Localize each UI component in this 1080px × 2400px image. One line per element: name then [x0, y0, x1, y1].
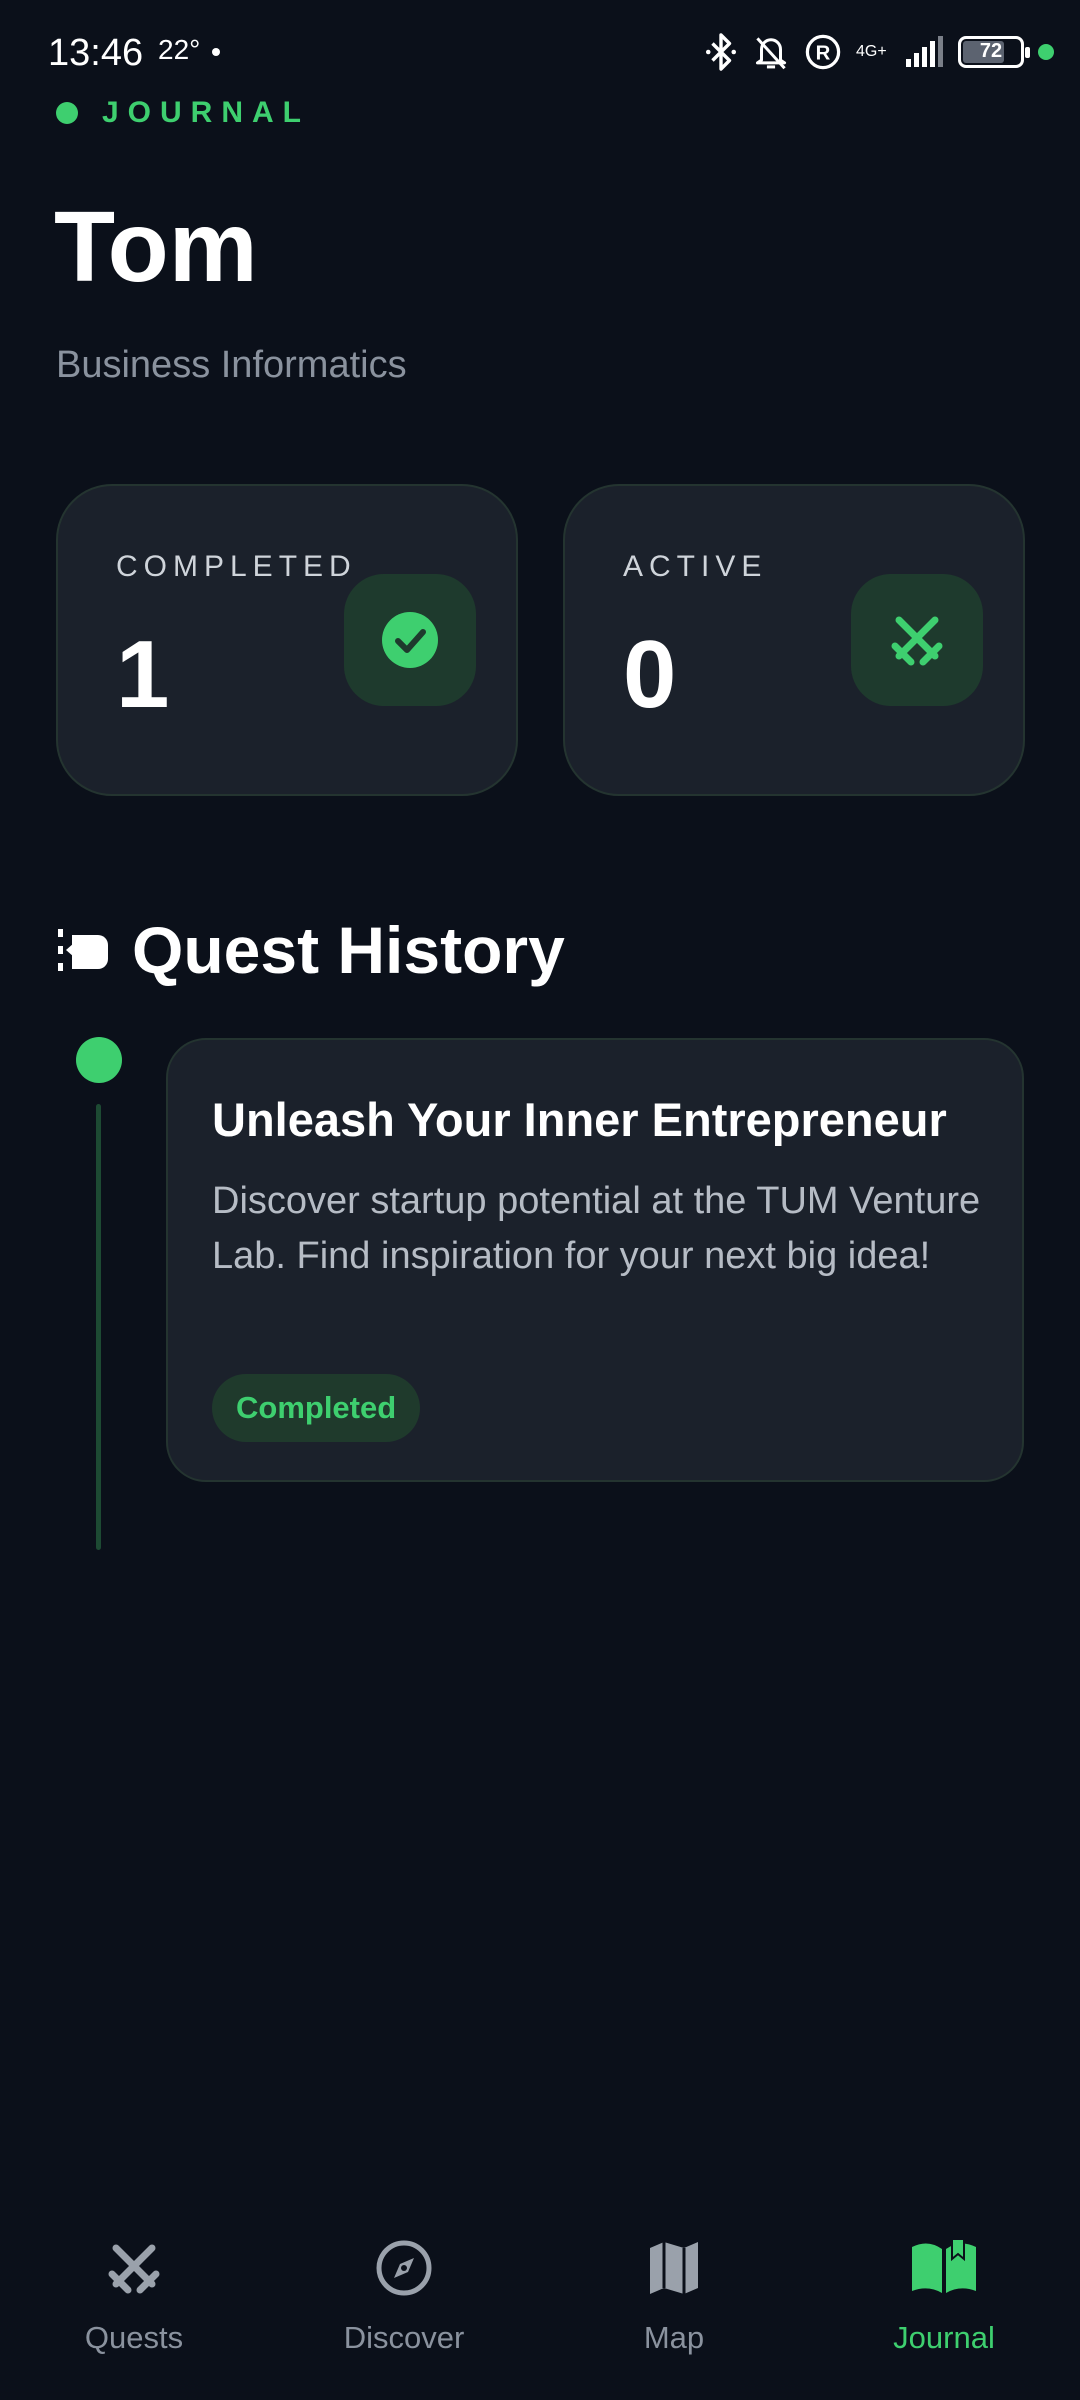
quest-description: Discover startup potential at the TUM Ve…	[212, 1180, 981, 1277]
map-icon	[650, 2242, 698, 2294]
check-circle-icon	[344, 574, 476, 706]
battery-level: 72	[979, 40, 1003, 62]
active-value: 0	[623, 621, 677, 728]
nav-label-map: Map	[643, 2320, 705, 2355]
crossed-swords-icon	[851, 574, 983, 706]
section-label: JOURNAL	[102, 96, 311, 129]
active-stat-card: ACTIVE 0	[563, 484, 1025, 796]
bell-muted-icon	[755, 37, 787, 70]
nav-label-quests: Quests	[84, 2320, 184, 2355]
status-icons: R 4G+ 72	[704, 30, 1054, 74]
bluetooth-icon	[705, 33, 737, 71]
nav-item-quests[interactable]: Quests	[24, 2230, 244, 2356]
battery-indicator: 72	[958, 36, 1030, 68]
nav-label-journal: Journal	[893, 2320, 995, 2355]
completed-label: COMPLETED	[116, 550, 357, 583]
nav-item-map[interactable]: Map	[564, 2230, 784, 2356]
status-time: 13:46	[48, 32, 144, 74]
svg-text:R: R	[816, 42, 831, 64]
nav-item-journal[interactable]: Journal	[834, 2230, 1054, 2356]
timeline-dot	[76, 1037, 122, 1083]
crossed-swords-icon	[108, 2244, 160, 2294]
status-bar: 13:46 22° R 4G+ 72	[0, 0, 1080, 100]
status-notification-dot	[212, 48, 220, 56]
user-name: Tom	[54, 191, 258, 303]
compass-icon	[376, 2240, 432, 2296]
journal-screen: 13:46 22° R 4G+ 72 JOURNAL Tom Business …	[0, 0, 1080, 2400]
quest-history-heading: Quest History	[56, 912, 565, 988]
nav-item-discover[interactable]: Discover	[294, 2230, 514, 2356]
user-subtitle: Business Informatics	[56, 344, 407, 386]
completed-value: 1	[116, 621, 170, 728]
section-dot	[56, 102, 78, 124]
registered-icon: R	[805, 34, 841, 70]
bottom-nav: Quests Discover Map Journal	[0, 2200, 1080, 2400]
quest-card[interactable]: Unleash Your Inner Entrepreneur Discover…	[166, 1038, 1024, 1482]
quest-title: Unleash Your Inner Entrepreneur	[212, 1093, 947, 1146]
nav-label-discover: Discover	[343, 2320, 465, 2355]
timeline-icon	[58, 929, 108, 971]
active-label: ACTIVE	[623, 550, 768, 583]
book-open-icon	[912, 2238, 976, 2293]
status-active-dot	[1038, 44, 1054, 60]
signal-icon	[906, 36, 943, 67]
quest-history-title: Quest History	[132, 913, 565, 987]
section-tag: JOURNAL	[56, 96, 310, 130]
quest-status-badge: Completed	[212, 1374, 421, 1442]
status-temperature: 22°	[158, 34, 201, 65]
network-type: 4G+	[856, 43, 887, 60]
completed-stat-card: COMPLETED 1	[56, 484, 518, 796]
timeline-line	[96, 1104, 101, 1550]
